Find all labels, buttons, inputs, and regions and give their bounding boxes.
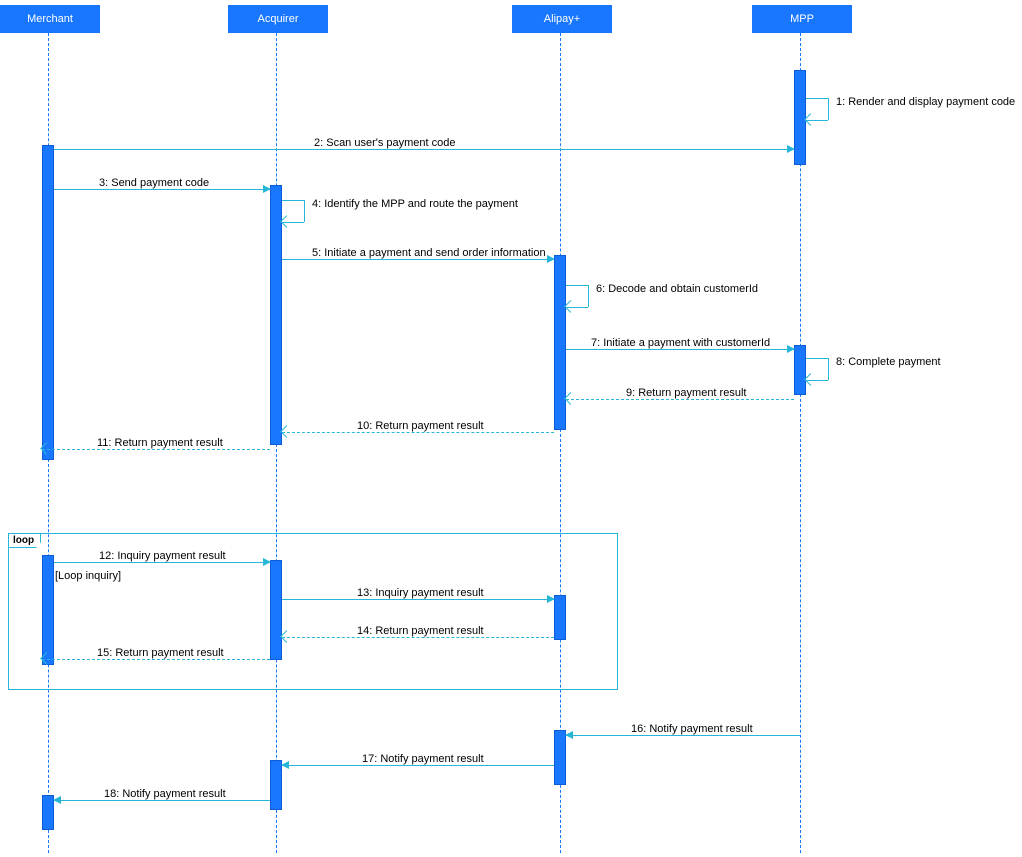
message-label: 1: Render and display payment code bbox=[836, 96, 1015, 108]
message-label: 16: Notify payment result bbox=[631, 723, 753, 735]
participant-merchant: Merchant bbox=[0, 5, 100, 33]
message-label: 8: Complete payment bbox=[836, 356, 941, 368]
message-label: 4: Identify the MPP and route the paymen… bbox=[312, 198, 518, 210]
return-message: 11: Return payment result bbox=[42, 437, 270, 453]
activation bbox=[794, 345, 806, 395]
message-label: 7: Initiate a payment with customerId bbox=[591, 337, 770, 349]
participant-label: Merchant bbox=[27, 13, 73, 25]
message-label: 9: Return payment result bbox=[626, 387, 746, 399]
message-label: 10: Return payment result bbox=[357, 420, 484, 432]
message: 3: Send payment code bbox=[54, 177, 270, 193]
message: 5: Initiate a payment and send order inf… bbox=[282, 247, 554, 263]
return-message: 9: Return payment result bbox=[566, 387, 794, 403]
activation bbox=[42, 145, 54, 460]
message-label: 12: Inquiry payment result bbox=[99, 550, 226, 562]
message: 16: Notify payment result bbox=[566, 723, 800, 739]
message: 12: Inquiry payment result bbox=[54, 550, 270, 566]
message-label: 11: Return payment result bbox=[97, 437, 223, 449]
participant-label: MPP bbox=[790, 13, 814, 25]
message-label: 15: Return payment result bbox=[97, 647, 224, 659]
participant-label: Alipay+ bbox=[544, 13, 580, 25]
message: 13: Inquiry payment result bbox=[282, 587, 554, 603]
message-label: 17: Notify payment result bbox=[362, 753, 484, 765]
participant-acquirer: Acquirer bbox=[228, 5, 328, 33]
participant-mpp: MPP bbox=[752, 5, 852, 33]
message-label: 3: Send payment code bbox=[99, 177, 209, 189]
message: 17: Notify payment result bbox=[282, 753, 554, 769]
message: 2: Scan user's payment code bbox=[54, 137, 794, 153]
return-message: 15: Return payment result bbox=[42, 647, 270, 663]
return-message: 10: Return payment result bbox=[282, 420, 554, 436]
message: 7: Initiate a payment with customerId bbox=[566, 337, 794, 353]
message-label: 18: Notify payment result bbox=[104, 788, 226, 800]
message-label: 2: Scan user's payment code bbox=[314, 137, 456, 149]
activation bbox=[270, 185, 282, 445]
message-label: 13: Inquiry payment result bbox=[357, 587, 484, 599]
participant-label: Acquirer bbox=[258, 13, 299, 25]
activation bbox=[554, 255, 566, 430]
sequence-diagram: Merchant Acquirer Alipay+ MPP 1: Render … bbox=[0, 0, 1022, 857]
frame-label: loop bbox=[8, 533, 41, 548]
message-label: 14: Return payment result bbox=[357, 625, 484, 637]
message: 18: Notify payment result bbox=[54, 788, 270, 804]
return-message: 14: Return payment result bbox=[282, 625, 554, 641]
frame-guard: [Loop inquiry] bbox=[55, 570, 121, 582]
message-label: 6: Decode and obtain customerId bbox=[596, 283, 758, 295]
message-label: 5: Initiate a payment and send order inf… bbox=[312, 247, 546, 259]
participant-alipay: Alipay+ bbox=[512, 5, 612, 33]
